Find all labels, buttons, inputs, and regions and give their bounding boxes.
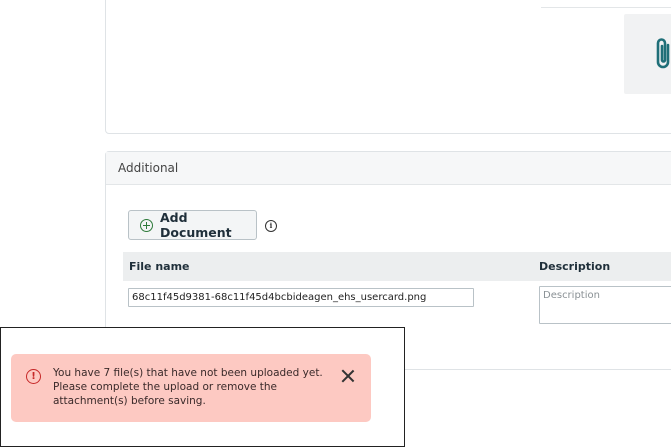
- attachments-card: [105, 0, 671, 134]
- divider: [541, 7, 671, 8]
- column-description: Description: [539, 260, 611, 273]
- notification-area: ! You have 7 file(s) that have not been …: [0, 327, 405, 447]
- close-icon[interactable]: [341, 369, 355, 383]
- add-document-label: Add Document: [160, 210, 232, 240]
- attachment-thumbnail[interactable]: [624, 14, 671, 94]
- add-document-button[interactable]: Add Document: [128, 210, 257, 240]
- toast-message: You have 7 file(s) that have not been up…: [53, 367, 323, 407]
- plus-circle-icon: [140, 218, 153, 232]
- alert-circle-icon: !: [26, 369, 41, 384]
- error-toast: ! You have 7 file(s) that have not been …: [11, 354, 371, 422]
- page: Additional Add Document i File name Desc…: [0, 0, 671, 447]
- column-file-name: File name: [129, 260, 190, 273]
- file-name-input[interactable]: [128, 288, 474, 307]
- paperclip-icon: [656, 38, 670, 69]
- table-header: File name Description: [123, 252, 671, 281]
- panel-title: Additional: [106, 152, 671, 185]
- info-icon[interactable]: i: [265, 220, 277, 232]
- description-field[interactable]: [539, 286, 671, 324]
